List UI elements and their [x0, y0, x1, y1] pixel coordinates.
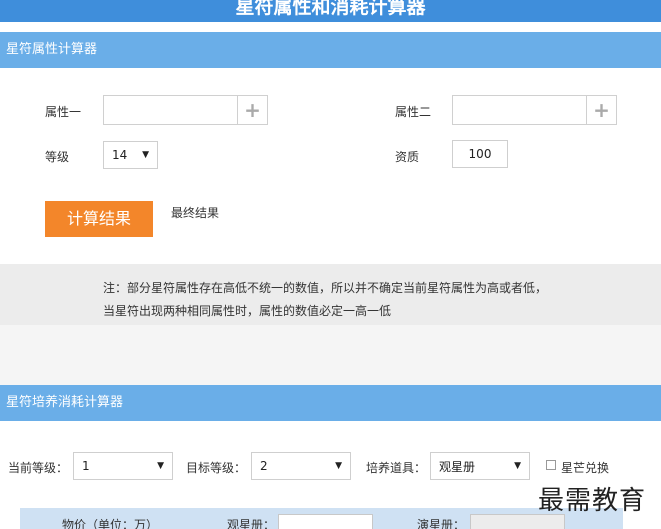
- yanxing-price-label: 演星册：: [417, 518, 466, 529]
- watermark-logo: 最需教育: [538, 486, 647, 516]
- target-level-value: 2: [260, 459, 268, 473]
- item-select-value: 观星册: [439, 459, 476, 474]
- level-label: 等级: [45, 150, 70, 164]
- chevron-down-icon: ▼: [157, 461, 164, 471]
- level-select-value: 14: [112, 148, 128, 162]
- item-select[interactable]: 观星册 ▼: [430, 452, 530, 480]
- exchange-checkbox[interactable]: [546, 460, 556, 470]
- notice-box: 注：部分星符属性存在高低不统一的数值，所以并不确定当前星符属性为高或者低， 当星…: [0, 264, 661, 325]
- page-title: 星符属性和消耗计算器: [0, 0, 661, 22]
- level-select[interactable]: 14 ▼: [103, 141, 158, 169]
- section-spacer: [0, 325, 661, 385]
- chevron-down-icon: ▼: [335, 461, 342, 471]
- quality-label: 资质: [395, 150, 420, 164]
- notice-line-1: 注：部分星符属性存在高低不统一的数值，所以并不确定当前星符属性为高或者低，: [103, 281, 548, 295]
- attr2-field[interactable]: +: [452, 95, 617, 125]
- cost-calculator-header: 星符培养消耗计算器: [0, 385, 661, 421]
- target-level-select[interactable]: 2 ▼: [251, 452, 351, 480]
- quality-field[interactable]: 100: [452, 140, 508, 168]
- attr2-add-icon[interactable]: +: [586, 96, 616, 124]
- final-result-label: 最终结果: [171, 206, 220, 220]
- calculate-button[interactable]: 计算结果: [45, 201, 153, 237]
- attr1-field[interactable]: +: [103, 95, 268, 125]
- quality-value: 100: [468, 147, 492, 161]
- target-level-label: 目标等级：: [186, 461, 247, 475]
- notice-line-2: 当星符出现两种相同属性时，属性的数值必定一高一低: [103, 304, 392, 318]
- item-label: 培养道具：: [366, 461, 427, 475]
- current-level-select[interactable]: 1 ▼: [73, 452, 173, 480]
- guanxing-price-input[interactable]: [278, 514, 373, 529]
- current-level-label: 当前等级：: [8, 461, 69, 475]
- exchange-label: 星芒兑换: [561, 461, 610, 475]
- attr1-label: 属性一: [45, 105, 82, 119]
- attr2-label: 属性二: [395, 105, 432, 119]
- chevron-down-icon: ▼: [142, 150, 149, 160]
- price-table-row: 物价（单位：万） 观星册： 演星册：: [20, 508, 623, 529]
- attr1-add-icon[interactable]: +: [237, 96, 267, 124]
- attribute-calculator-header: 星符属性计算器: [0, 32, 661, 68]
- chevron-down-icon: ▼: [514, 461, 521, 471]
- current-level-value: 1: [82, 459, 90, 473]
- guanxing-price-label: 观星册：: [227, 518, 276, 529]
- price-label: 物价（单位：万）: [62, 518, 159, 529]
